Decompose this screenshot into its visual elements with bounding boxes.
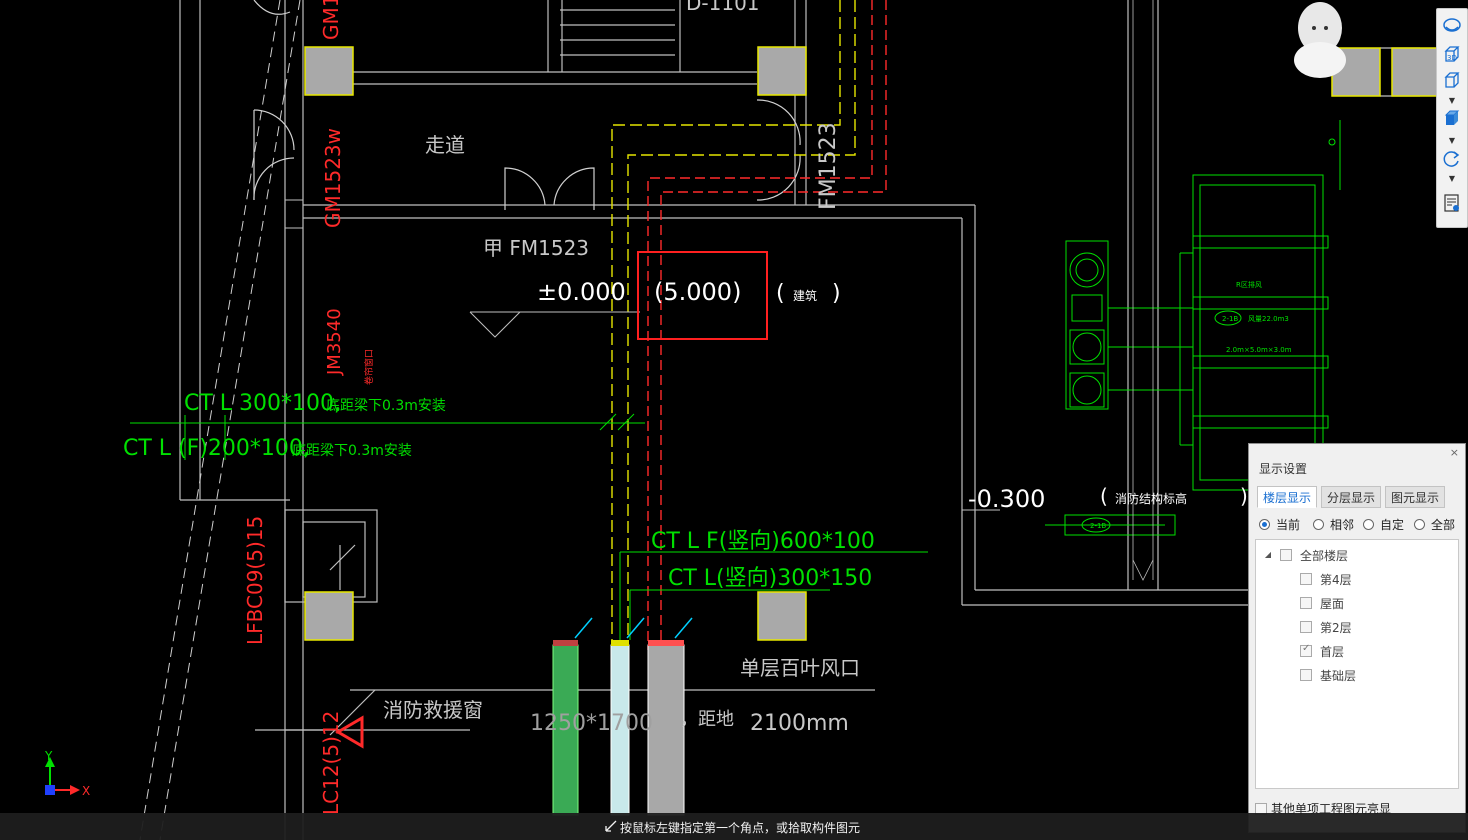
elevation-neg-note-text: 消防结构标高 xyxy=(1115,491,1187,506)
diagonal-guide-lines xyxy=(139,0,301,840)
orbit-icon[interactable] xyxy=(1440,13,1464,37)
checkbox-floor-2[interactable] xyxy=(1300,621,1312,633)
chevron-down-icon[interactable]: ◢ xyxy=(1264,551,1272,559)
elevation-note-text: 建筑 xyxy=(793,288,817,303)
tree-item-floor-1[interactable]: 首层 xyxy=(1300,642,1344,660)
to-floor-label: ，距地 xyxy=(680,709,734,730)
tree-item-all-floors[interactable]: ◢ 全部楼层 xyxy=(1264,546,1348,564)
tab-floor-display[interactable]: 楼层显示 xyxy=(1257,486,1318,508)
elevation-neg-note-close: ) xyxy=(1240,484,1248,508)
duct-label-ct-300-150: CT L(竖向)300*150 xyxy=(668,566,872,591)
window-label-lc12: LC12(5)12 xyxy=(319,711,343,815)
equipment-label-2: 2-1B xyxy=(1222,315,1238,323)
chevron-down-icon[interactable]: ▼ xyxy=(1447,97,1457,105)
rotate-icon[interactable] xyxy=(1440,147,1464,171)
equipment-label-3: 风量22.0m3 xyxy=(1248,315,1289,323)
box-view-icon[interactable] xyxy=(1440,69,1464,93)
duct-note-2: 底距梁下0.3m安装 xyxy=(292,443,412,459)
tab-layer-display[interactable]: 分层显示 xyxy=(1321,486,1382,508)
properties-icon[interactable] xyxy=(1440,191,1464,215)
room-label-corridor: 走道 xyxy=(425,133,465,157)
tree-item-floor-2[interactable]: 第2层 xyxy=(1300,618,1352,636)
elevation-neg-note-open: ( xyxy=(1100,484,1108,508)
checkbox-roof[interactable] xyxy=(1300,597,1312,609)
display-settings-panel: × 显示设置 楼层显示 分层显示 图元显示 当前 相邻 自定 全部 ◢ 全部楼层… xyxy=(1248,443,1466,833)
radio-adjacent[interactable]: 相邻 xyxy=(1313,516,1354,533)
floor-tree: ◢ 全部楼层 第4层 屋面 第2层 首层 基础层 xyxy=(1255,539,1459,789)
close-icon[interactable]: × xyxy=(1450,446,1459,459)
status-bar: 按鼠标左键指定第一个角点，或拾取构件图元 xyxy=(0,813,1468,840)
elevation-5000[interactable]: (5.000) xyxy=(654,278,741,306)
axis-y-label: Y xyxy=(44,749,53,763)
louver-label: 单层百叶风口 xyxy=(740,656,860,680)
checkbox-foundation[interactable] xyxy=(1300,669,1312,681)
window-label-jm-note: 卷帘窗口 xyxy=(363,349,375,385)
window-size-label: 1250*1700 xyxy=(530,711,653,736)
equipment-label-1: R区排风 xyxy=(1236,280,1262,289)
elevation-note-open: ( xyxy=(776,281,785,306)
radio-custom[interactable]: 自定 xyxy=(1363,516,1404,533)
3d-view-icon[interactable]: 3D xyxy=(1440,43,1464,67)
tree-item-floor-4[interactable]: 第4层 xyxy=(1300,570,1352,588)
door-label-gm1: GM1 xyxy=(319,0,343,40)
height-mm-label: 2100mm xyxy=(750,711,849,736)
checkbox-floor-4[interactable] xyxy=(1300,573,1312,585)
door-label-top-center: D-1101 xyxy=(686,0,760,15)
mascot-avatar[interactable] xyxy=(1294,2,1346,78)
view-toolbar: 3D ▼ ▼ ▼ xyxy=(1436,8,1468,228)
checkbox-all-floors[interactable] xyxy=(1280,549,1292,561)
window-label-jm3540: JM3540 xyxy=(324,308,345,376)
cursor-select-icon xyxy=(605,820,617,832)
window-label-lfbc: LFBC09(5)15 xyxy=(243,516,267,645)
door-label-gm1523w: GM1523w xyxy=(321,128,345,228)
duct-label-ct-l-f-200: CT L (F)200*100, xyxy=(123,436,310,461)
checkbox-floor-1[interactable] xyxy=(1300,643,1312,657)
solid-view-icon[interactable] xyxy=(1440,107,1464,131)
rescue-window-label: 消防救援窗 xyxy=(383,698,483,722)
duct-note-1: 底距梁下0.3m安装 xyxy=(326,398,446,414)
door-label-jia-fm1523: 甲 FM1523 xyxy=(483,236,589,260)
elevation-negative: -0.300 xyxy=(968,485,1045,513)
duct-label-ct-l-300: CT L 300*100, xyxy=(184,391,341,416)
duct-label-ct-f-600: CT L F(竖向)600*100 xyxy=(651,529,875,554)
status-message: 按鼠标左键指定第一个角点，或拾取构件图元 xyxy=(620,821,861,835)
equipment-label-4: 2.0m×5.0m×3.0m xyxy=(1226,346,1292,354)
door-label-fm1523: FM1523 xyxy=(816,122,841,210)
equipment-label-5: 2-1B xyxy=(1090,522,1106,530)
chevron-down-icon[interactable]: ▼ xyxy=(1447,175,1457,183)
tab-element-display[interactable]: 图元显示 xyxy=(1385,486,1446,508)
chevron-down-icon[interactable]: ▼ xyxy=(1447,137,1457,145)
elevation-marker xyxy=(469,311,1000,511)
axis-indicator: Y X xyxy=(44,749,90,798)
elevation-zero: ±0.000 xyxy=(537,278,626,306)
panel-title: 显示设置 xyxy=(1259,462,1308,476)
elevation-note-close: ) xyxy=(832,281,841,306)
tree-item-foundation[interactable]: 基础层 xyxy=(1300,666,1356,684)
radio-all[interactable]: 全部 xyxy=(1414,516,1455,533)
svg-text:3D: 3D xyxy=(1447,54,1457,62)
radio-current[interactable]: 当前 xyxy=(1259,516,1300,533)
axis-x-label: X xyxy=(82,784,90,798)
tree-item-roof[interactable]: 屋面 xyxy=(1300,594,1344,612)
